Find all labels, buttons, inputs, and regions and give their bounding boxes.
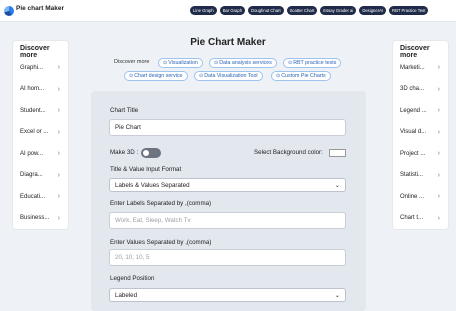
right-item[interactable]: Project ... › <box>393 143 448 165</box>
nav-line-graph[interactable]: Line Graph <box>190 6 217 15</box>
chip-data-viz-tool[interactable]: ⊙Data Visualization Tool <box>194 71 263 81</box>
nav-bar-graph[interactable]: Bar Graph <box>219 6 246 15</box>
bg-color-picker[interactable] <box>329 149 346 157</box>
nav-essay-grader[interactable]: Essay Grader ai <box>320 6 357 15</box>
nav-buttons: Line Graph Bar Graph Doughnut Chart Scat… <box>190 6 429 15</box>
left-discover-panel: Discover more Graphi... › AI hom... › Stud… <box>12 40 69 230</box>
discover-more-label: Discover more <box>114 59 150 65</box>
make-3d-toggle[interactable] <box>141 148 161 158</box>
top-bar: Pie chart Maker Line Graph Bar Graph Dou… <box>0 0 456 22</box>
chevron-right-icon: › <box>57 150 60 158</box>
right-item[interactable]: Visual d... › <box>393 122 448 144</box>
left-item[interactable]: AI hom... › <box>13 79 68 101</box>
legend-position-label: Legend Position <box>110 275 155 282</box>
search-icon: ⊙ <box>214 60 219 66</box>
chevron-right-icon: › <box>57 214 60 222</box>
chip-custom-pie[interactable]: ⊙Custom Pie Charts <box>271 71 331 81</box>
chevron-right-icon: › <box>437 64 440 72</box>
chevron-right-icon: › <box>437 193 440 201</box>
right-item[interactable]: Online ... › <box>393 186 448 208</box>
chip-visualization[interactable]: ⊙Visualization <box>158 58 203 68</box>
chevron-right-icon: › <box>437 85 440 93</box>
chevron-right-icon: › <box>57 85 60 93</box>
nav-rbt-practice-test[interactable]: RBT Practice Test <box>389 6 429 15</box>
chevron-right-icon: › <box>437 171 440 179</box>
chevron-right-icon: › <box>57 128 60 136</box>
page-title: Pie Chart Maker <box>190 37 266 48</box>
chevron-right-icon: › <box>437 214 440 222</box>
chevron-right-icon: › <box>57 171 60 179</box>
toggle-knob <box>143 150 149 156</box>
make-3d-label: Make 3D : <box>110 149 139 156</box>
left-item[interactable]: AI pow... › <box>13 143 68 165</box>
input-format-select[interactable]: Labels & Values Separated ⌄ <box>109 178 346 192</box>
nav-scatter-chart[interactable]: Scatter Chart <box>286 6 318 15</box>
chevron-right-icon: › <box>57 193 60 201</box>
labels-input[interactable]: Work, Eat, Sleep, Watch Tv <box>109 212 346 229</box>
chip-rbt-practice[interactable]: ⊙RBT practice tests <box>283 58 342 68</box>
search-icon: ⊙ <box>199 73 204 79</box>
search-icon: ⊙ <box>276 73 281 79</box>
chip-chart-design[interactable]: ⊙Chart design service <box>124 71 188 81</box>
brand-name[interactable]: Pie chart Maker <box>16 5 64 12</box>
left-item[interactable]: Educati... › <box>13 186 68 208</box>
search-icon: ⊙ <box>163 60 168 66</box>
right-discover-panel: Discover more Marketi... › 3D cha... › Leg… <box>392 40 449 230</box>
labels-label: Enter Labels Separated by ,(comma) <box>110 200 212 207</box>
nav-designer-ai[interactable]: DesignerAI <box>359 6 387 15</box>
chevron-down-icon: ⌄ <box>334 291 340 299</box>
chevron-down-icon: ⌄ <box>334 181 340 189</box>
input-format-label: Title & Value Input Format <box>110 166 182 173</box>
bg-color-label: Select Background color: <box>254 149 323 156</box>
chevron-right-icon: › <box>437 107 440 115</box>
nav-doughnut-chart[interactable]: Doughnut Chart <box>248 6 284 15</box>
left-item[interactable]: Business... › <box>13 208 68 230</box>
left-item[interactable]: Excel or ... › <box>13 122 68 144</box>
left-item[interactable]: Student... › <box>13 100 68 122</box>
values-label: Enter Values Separated by ,(comma) <box>110 239 212 246</box>
left-item[interactable]: Diagra... › <box>13 165 68 187</box>
search-icon: ⊙ <box>129 73 134 79</box>
pie-logo-icon[interactable] <box>4 6 14 16</box>
right-item[interactable]: Statisti... › <box>393 165 448 187</box>
values-input[interactable]: 20, 10, 10, 5 <box>109 249 346 266</box>
chevron-right-icon: › <box>57 64 60 72</box>
right-item[interactable]: 3D cha... › <box>393 79 448 101</box>
chevron-right-icon: › <box>437 128 440 136</box>
left-item[interactable]: Graphi... › <box>13 57 68 79</box>
chip-data-analysis[interactable]: ⊙Data analysis services <box>209 58 277 68</box>
chevron-right-icon: › <box>57 107 60 115</box>
right-item[interactable]: Chart t... › <box>393 208 448 230</box>
chevron-right-icon: › <box>437 150 440 158</box>
right-item[interactable]: Marketi... › <box>393 57 448 79</box>
chart-title-label: Chart Title <box>110 107 139 114</box>
right-item[interactable]: Legend ... › <box>393 100 448 122</box>
chart-title-input[interactable]: Pie Chart <box>109 119 346 136</box>
search-icon: ⊙ <box>288 60 293 66</box>
